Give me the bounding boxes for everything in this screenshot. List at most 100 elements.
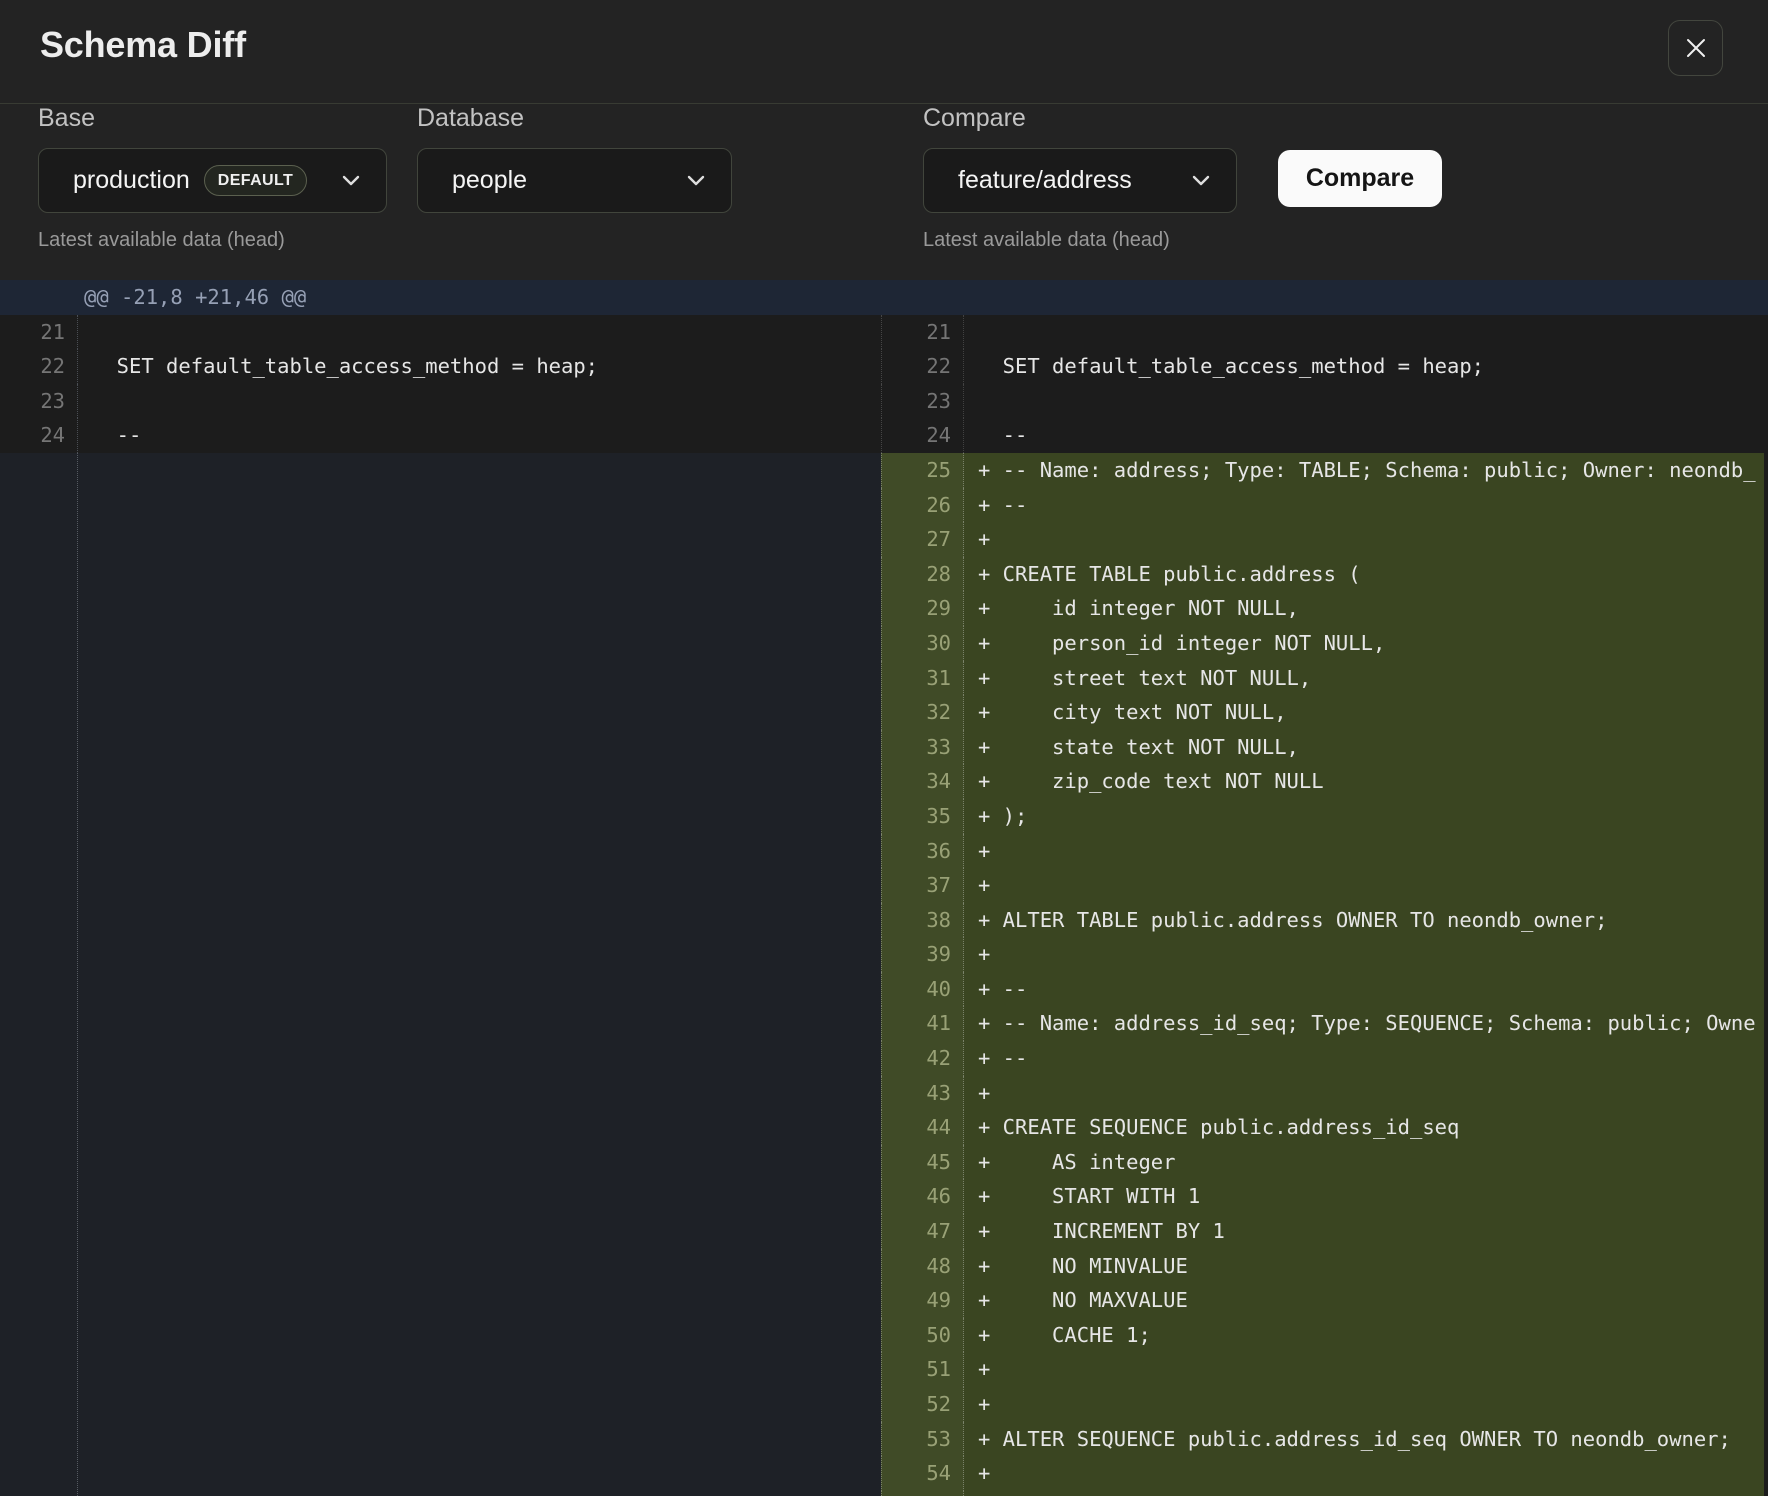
line-code: + -- bbox=[964, 972, 1768, 1007]
line-number: 30 bbox=[881, 626, 964, 661]
database-select[interactable]: people bbox=[417, 148, 732, 213]
diff-line: 51+ bbox=[881, 1352, 1768, 1387]
line-code bbox=[78, 384, 881, 419]
diff-line: 28+ CREATE TABLE public.address ( bbox=[881, 557, 1768, 592]
diff-line: 50+ CACHE 1; bbox=[881, 1318, 1768, 1353]
line-number: 22 bbox=[881, 349, 964, 384]
line-code: + bbox=[964, 1387, 1768, 1422]
line-number: 28 bbox=[881, 557, 964, 592]
diff-line: 31+ street text NOT NULL, bbox=[881, 661, 1768, 696]
line-code: + INCREMENT BY 1 bbox=[964, 1214, 1768, 1249]
line-code: + bbox=[964, 937, 1768, 972]
line-number: 38 bbox=[881, 903, 964, 938]
line-code: + START WITH 1 bbox=[964, 1179, 1768, 1214]
diff-line: 53+ ALTER SEQUENCE public.address_id_seq… bbox=[881, 1422, 1768, 1457]
line-code: + ); bbox=[964, 799, 1768, 834]
diff-line: 29+ id integer NOT NULL, bbox=[881, 591, 1768, 626]
line-number: 53 bbox=[881, 1422, 964, 1457]
diff-line: 33+ state text NOT NULL, bbox=[881, 730, 1768, 765]
line-number: 25 bbox=[881, 453, 964, 488]
line-code: -- bbox=[78, 418, 881, 453]
line-code: + street text NOT NULL, bbox=[964, 661, 1768, 696]
diff-line: 49+ NO MAXVALUE bbox=[881, 1283, 1768, 1318]
line-number: 44 bbox=[881, 1110, 964, 1145]
line-number: 31 bbox=[881, 661, 964, 696]
compare-button[interactable]: Compare bbox=[1278, 150, 1442, 207]
line-code: + city text NOT NULL, bbox=[964, 695, 1768, 730]
diff-line: 35+ ); bbox=[881, 799, 1768, 834]
line-number: 54 bbox=[881, 1456, 964, 1491]
header-divider bbox=[0, 103, 1768, 104]
diff-line: 34+ zip_code text NOT NULL bbox=[881, 764, 1768, 799]
line-code: + bbox=[964, 868, 1768, 903]
line-code: + bbox=[964, 522, 1768, 557]
line-number: 42 bbox=[881, 1041, 964, 1076]
base-branch-value: production bbox=[73, 166, 190, 195]
line-code bbox=[964, 315, 1768, 350]
default-badge: DEFAULT bbox=[204, 165, 307, 196]
diff-line: 23 bbox=[0, 384, 881, 419]
line-number: 40 bbox=[881, 972, 964, 1007]
diff-line: 32+ city text NOT NULL, bbox=[881, 695, 1768, 730]
diff-line: 22 SET default_table_access_method = hea… bbox=[881, 349, 1768, 384]
diff-left-filler bbox=[0, 453, 881, 1496]
line-number: 23 bbox=[881, 384, 964, 419]
diff-line: 38+ ALTER TABLE public.address OWNER TO … bbox=[881, 903, 1768, 938]
chevron-down-icon bbox=[1192, 175, 1210, 187]
diff-scrollbar-track[interactable] bbox=[1764, 315, 1768, 1496]
line-code: -- bbox=[964, 418, 1768, 453]
line-code: + bbox=[964, 1076, 1768, 1111]
base-branch-select[interactable]: production DEFAULT bbox=[38, 148, 387, 213]
line-number: 32 bbox=[881, 695, 964, 730]
diff-left-pane: 21 22 SET default_table_access_method = … bbox=[0, 315, 881, 1496]
diff-line: 45+ AS integer bbox=[881, 1145, 1768, 1180]
line-code: + state text NOT NULL, bbox=[964, 730, 1768, 765]
line-number: 23 bbox=[0, 384, 78, 419]
diff-line: 43+ bbox=[881, 1076, 1768, 1111]
diff-line: 37+ bbox=[881, 868, 1768, 903]
line-code: + -- bbox=[964, 488, 1768, 523]
diff-right-pane: 21 22 SET default_table_access_method = … bbox=[881, 315, 1768, 1496]
diff-line: 21 bbox=[881, 315, 1768, 350]
line-number: 52 bbox=[881, 1387, 964, 1422]
line-code: + CREATE TABLE public.address ( bbox=[964, 557, 1768, 592]
diff-line: 40+ -- bbox=[881, 972, 1768, 1007]
diff-left-filler-gutter bbox=[0, 453, 78, 1496]
line-number: 21 bbox=[881, 315, 964, 350]
line-code: + -- bbox=[964, 1041, 1768, 1076]
diff-line: 24 -- bbox=[881, 418, 1768, 453]
chevron-down-icon bbox=[687, 175, 705, 187]
diff-line: 39+ bbox=[881, 937, 1768, 972]
diff-line: 48+ NO MINVALUE bbox=[881, 1249, 1768, 1284]
line-number: 41 bbox=[881, 1006, 964, 1041]
close-button[interactable] bbox=[1668, 20, 1723, 76]
line-number: 48 bbox=[881, 1249, 964, 1284]
compare-branch-select[interactable]: feature/address bbox=[923, 148, 1237, 213]
diff-line: 25+ -- Name: address; Type: TABLE; Schem… bbox=[881, 453, 1768, 488]
line-code: + AS integer bbox=[964, 1145, 1768, 1180]
line-code: + zip_code text NOT NULL bbox=[964, 764, 1768, 799]
line-number: 26 bbox=[881, 488, 964, 523]
line-code: + CACHE 1; bbox=[964, 1318, 1768, 1353]
diff-line: 41+ -- Name: address_id_seq; Type: SEQUE… bbox=[881, 1006, 1768, 1041]
line-number: 37 bbox=[881, 868, 964, 903]
diff-line: 52+ bbox=[881, 1387, 1768, 1422]
line-number: 51 bbox=[881, 1352, 964, 1387]
line-number: 33 bbox=[881, 730, 964, 765]
line-number: 47 bbox=[881, 1214, 964, 1249]
line-number: 36 bbox=[881, 834, 964, 869]
diff-line: 54+ bbox=[881, 1456, 1768, 1491]
line-code: + -- Name: address_id_seq; Type: SEQUENC… bbox=[964, 1006, 1768, 1041]
diff-line: 27+ bbox=[881, 522, 1768, 557]
line-code bbox=[78, 315, 881, 350]
line-number: 24 bbox=[0, 418, 78, 453]
diff-line: 22 SET default_table_access_method = hea… bbox=[0, 349, 881, 384]
line-code: + NO MAXVALUE bbox=[964, 1283, 1768, 1318]
compare-label: Compare bbox=[923, 104, 1026, 132]
line-number: 27 bbox=[881, 522, 964, 557]
line-number: 29 bbox=[881, 591, 964, 626]
schema-diff-view: @@ -21,8 +21,46 @@ 21 22 SET default_tab… bbox=[0, 280, 1768, 1496]
diff-line: 47+ INCREMENT BY 1 bbox=[881, 1214, 1768, 1249]
line-code bbox=[964, 384, 1768, 419]
line-code: SET default_table_access_method = heap; bbox=[78, 349, 881, 384]
